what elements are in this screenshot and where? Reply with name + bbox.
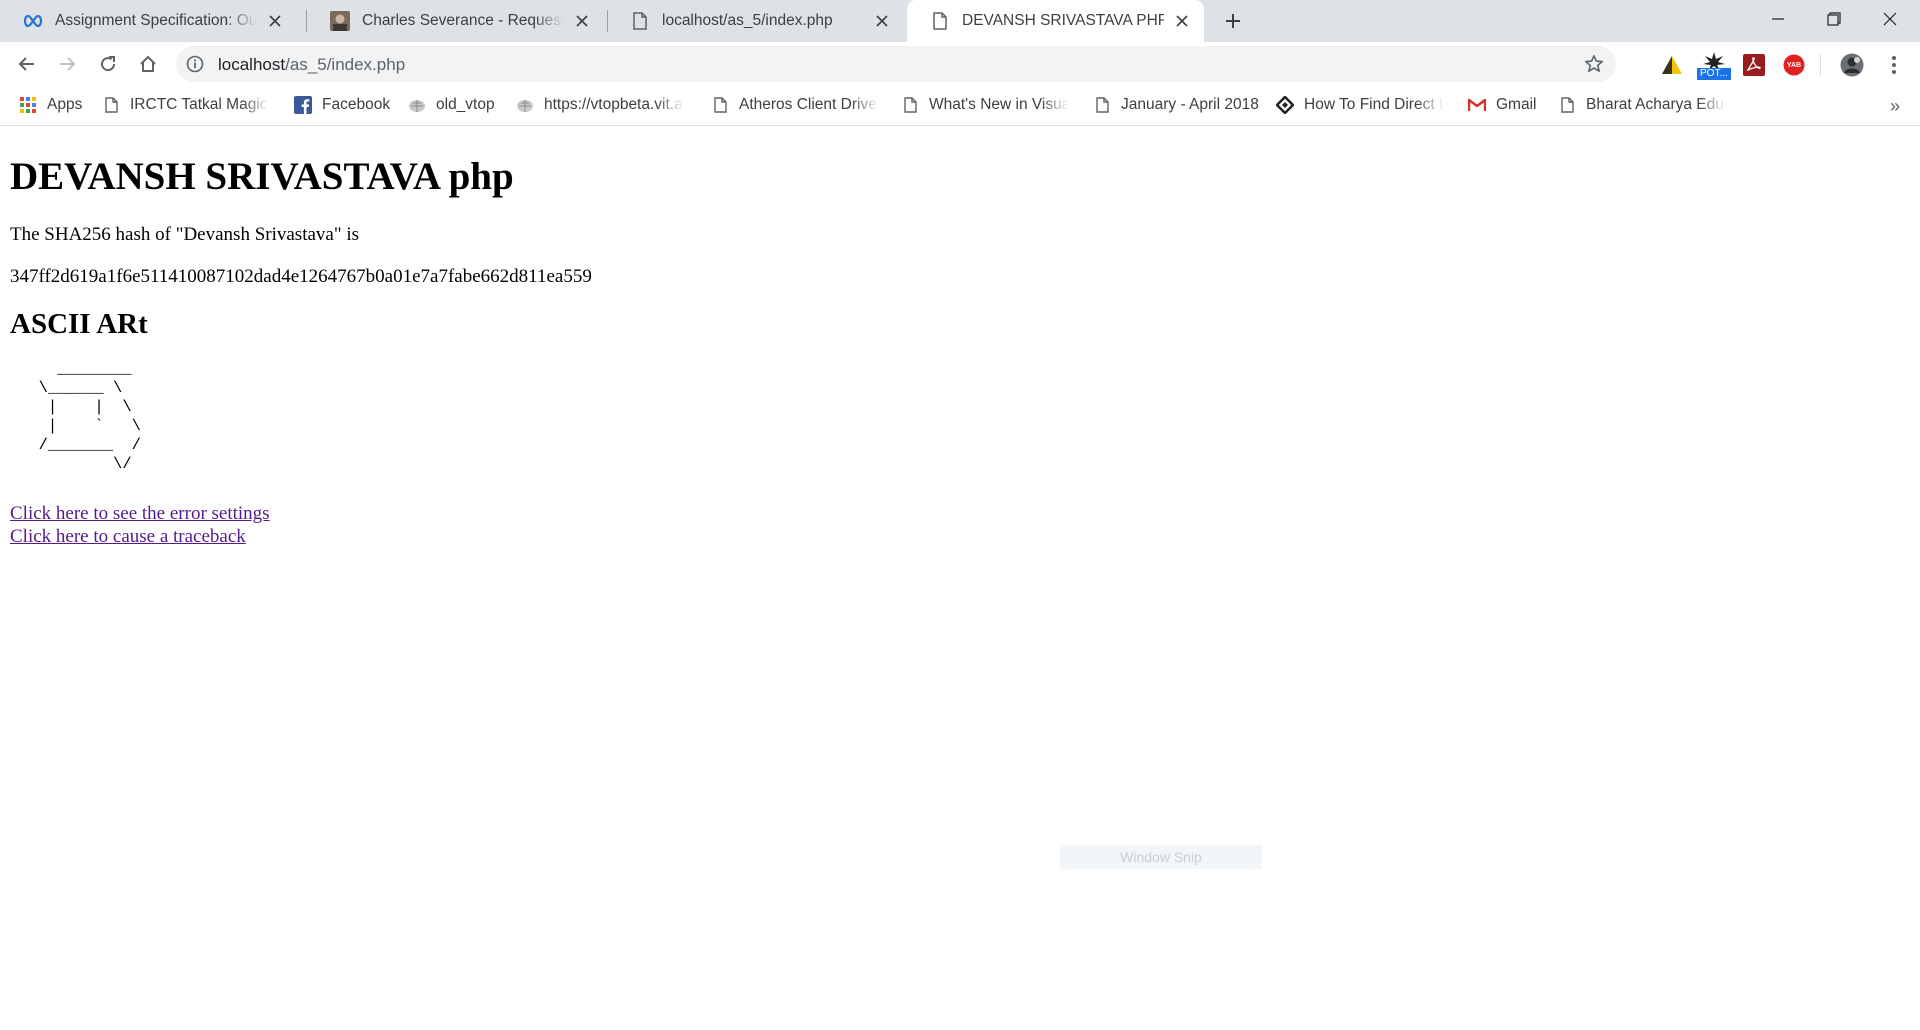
page-title: DEVANSH SRIVASTAVA php	[10, 155, 514, 198]
tab-close-icon[interactable]	[265, 11, 285, 31]
page-icon	[102, 96, 120, 114]
bookmark-gmail[interactable]: Gmail	[1468, 86, 1536, 124]
bookmark-label: old_vtop	[436, 96, 495, 113]
tab-title: Charles Severance - Request/Res	[362, 12, 564, 29]
pot-extension-label: POT...	[1700, 68, 1728, 79]
tab-title: DEVANSH SRIVASTAVA PHP	[962, 12, 1164, 29]
page-icon	[901, 96, 919, 114]
hash-value-text: 347ff2d619a1f6e511410087102dad4e1264767b…	[10, 266, 592, 287]
kiwi-extension-icon[interactable]	[1660, 53, 1684, 77]
bookmark-old-vtop[interactable]: old_vtop	[408, 86, 495, 124]
bookmarks-bar: Apps IRCTC Tatkal Magic A Facebook old_v…	[0, 86, 1920, 126]
tab-strip: Assignment Specification: Our Fi Charles…	[0, 0, 1920, 42]
bookmark-label: Atheros Client Driver	[739, 96, 879, 113]
address-bar[interactable]: localhost/as_5/index.php	[176, 46, 1616, 82]
bookmark-label: https://vtopbeta.vit.a	[544, 96, 683, 113]
tab-localhost-index[interactable]: localhost/as_5/index.php	[607, 0, 904, 42]
bookmark-label: How To Find Direct D	[1304, 96, 1444, 113]
bookmark-apps[interactable]: Apps	[19, 86, 82, 124]
diamond-logo-icon	[1276, 96, 1294, 114]
plus-icon	[1226, 14, 1240, 28]
reload-icon	[101, 56, 116, 72]
bookmark-label: Gmail	[1496, 96, 1537, 113]
page-icon	[1093, 96, 1111, 114]
forward-button[interactable]	[53, 50, 81, 78]
page-icon	[711, 96, 729, 114]
bookmark-label: Facebook	[322, 96, 391, 113]
bookmark-label: What's New in Visual	[929, 96, 1069, 113]
bookmark-atheros[interactable]: Atheros Client Driver	[711, 86, 879, 124]
close-icon	[1883, 12, 1897, 26]
restore-icon	[1827, 12, 1841, 26]
bookmarks-overflow-button[interactable]: »	[1890, 96, 1900, 117]
coursera-infinity-icon	[23, 11, 43, 31]
yab-extension-icon[interactable]: YAB	[1782, 53, 1806, 77]
reload-button[interactable]	[94, 50, 122, 78]
bookmark-irctc[interactable]: IRCTC Tatkal Magic A	[102, 86, 270, 124]
url-host: localhost	[218, 55, 286, 74]
bookmark-bharat-acharya[interactable]: Bharat Acharya Educ	[1558, 86, 1726, 124]
apps-grid-icon	[19, 96, 37, 114]
vit-logo-icon	[516, 96, 534, 114]
bookmark-january-april[interactable]: January - April 2018	[1093, 86, 1259, 124]
tab-close-icon[interactable]	[872, 11, 892, 31]
new-tab-button[interactable]	[1220, 8, 1246, 34]
error-settings-link[interactable]: Click here to see the error settings	[10, 502, 270, 525]
url-text[interactable]: localhost/as_5/index.php	[218, 55, 405, 75]
close-window-button[interactable]	[1862, 0, 1918, 38]
bookmark-label: Apps	[47, 96, 83, 113]
home-icon	[140, 55, 156, 72]
pot-extension-icon[interactable]: POT...	[1696, 50, 1732, 80]
bookmark-how-to-find[interactable]: How To Find Direct D	[1276, 86, 1444, 124]
vit-logo-icon	[408, 96, 426, 114]
home-button[interactable]	[134, 50, 162, 78]
info-icon[interactable]	[186, 55, 204, 73]
page-icon	[930, 11, 950, 31]
tab-close-icon[interactable]	[572, 11, 592, 31]
profile-avatar[interactable]	[1840, 53, 1864, 77]
page-icon	[1558, 96, 1576, 114]
ascii-art-heading: ASCII ARt	[10, 308, 148, 340]
bookmark-star-icon[interactable]	[1584, 54, 1604, 74]
back-button[interactable]	[13, 50, 41, 78]
bookmark-label: IRCTC Tatkal Magic A	[130, 96, 270, 113]
ascii-art-block: ________ \______ \ | | \ | ` \ /_______ …	[38, 360, 141, 473]
toolbar-divider	[1820, 54, 1821, 76]
page-icon	[630, 11, 650, 31]
bookmark-vtopbeta[interactable]: https://vtopbeta.vit.a	[516, 86, 684, 124]
arrow-left-icon	[18, 57, 34, 71]
minimize-button[interactable]	[1750, 0, 1806, 38]
links-section: Click here to see the error settings Cli…	[10, 502, 1910, 548]
more-menu-icon[interactable]	[1882, 53, 1906, 77]
window-snip-overlay: Window Snip	[1060, 845, 1262, 869]
bookmark-visual[interactable]: What's New in Visual	[901, 86, 1069, 124]
bookmark-facebook[interactable]: Facebook	[294, 86, 390, 124]
arrow-right-icon	[60, 57, 76, 71]
pdf-extension-icon[interactable]	[1742, 53, 1766, 77]
tab-title: Assignment Specification: Our Fi	[55, 12, 257, 29]
traceback-link[interactable]: Click here to cause a traceback	[10, 525, 246, 548]
tab-close-icon[interactable]	[1172, 11, 1192, 31]
tab-title: localhost/as_5/index.php	[662, 12, 833, 29]
browser-toolbar: localhost/as_5/index.php POT... YAB	[0, 42, 1920, 86]
page-content: DEVANSH SRIVASTAVA php The SHA256 hash o…	[0, 127, 1920, 1030]
hash-intro-text: The SHA256 hash of "Devansh Srivastava" …	[10, 224, 360, 245]
gmail-icon	[1468, 96, 1486, 114]
tab-charles-severance[interactable]: Charles Severance - Request/Res	[307, 0, 604, 42]
bookmark-label: January - April 2018	[1121, 96, 1259, 113]
tab-devansh-srivastava-php[interactable]: DEVANSH SRIVASTAVA PHP	[907, 0, 1204, 42]
facebook-icon	[294, 96, 312, 114]
bookmark-label: Bharat Acharya Educ	[1586, 96, 1726, 113]
url-path: /as_5/index.php	[285, 55, 406, 74]
restore-button[interactable]	[1806, 0, 1862, 38]
tab-assignment-specification[interactable]: Assignment Specification: Our Fi	[0, 0, 297, 42]
yab-extension-label: YAB	[1786, 61, 1802, 69]
photo-favicon	[330, 11, 350, 31]
minimize-icon	[1772, 18, 1784, 20]
